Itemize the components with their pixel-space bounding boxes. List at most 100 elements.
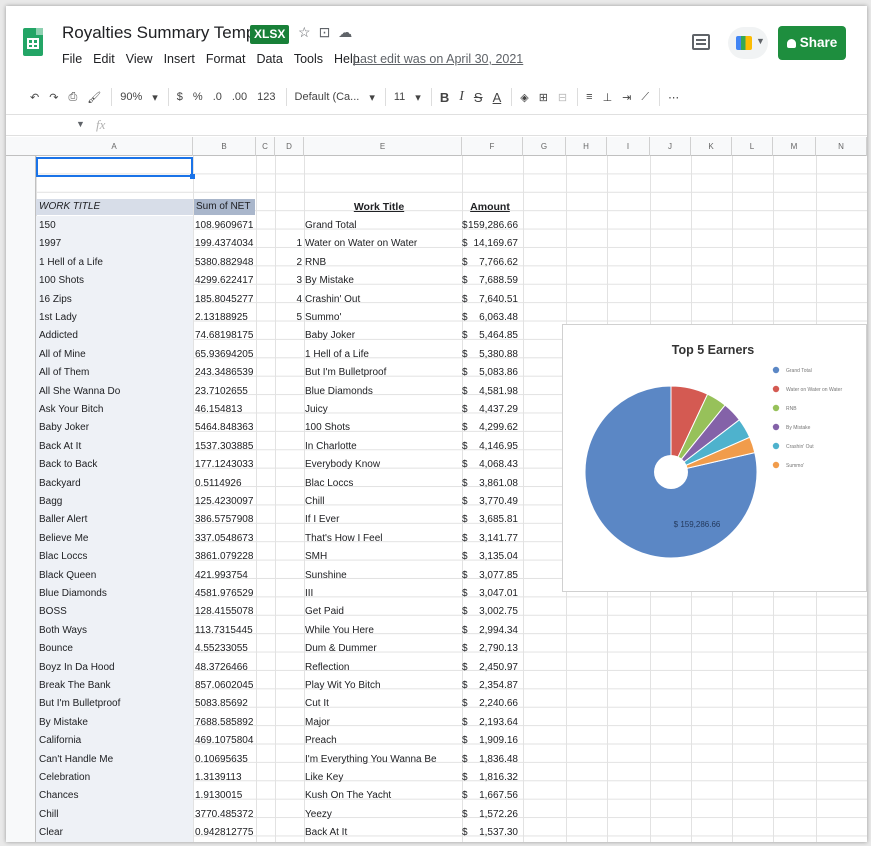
share-button[interactable]: Share	[778, 26, 846, 60]
rank-amount-cell[interactable]: 159,286.66	[468, 217, 518, 235]
font-select[interactable]: Default (Ca...	[295, 91, 360, 103]
rank-number-cell[interactable]	[288, 511, 302, 529]
column-header[interactable]: E	[304, 137, 462, 156]
pivot-net-cell[interactable]: 1.9130015	[195, 787, 255, 805]
rank-amount-cell[interactable]: 1,667.56	[468, 787, 518, 805]
rank-number-cell[interactable]	[288, 769, 302, 787]
rank-number-cell[interactable]	[288, 456, 302, 474]
text-rotate-icon[interactable]: ⟋	[641, 91, 649, 104]
borders-icon[interactable]: ⊞	[539, 91, 548, 104]
pivot-work-title-cell[interactable]: All She Wanna Do	[39, 383, 192, 401]
rank-amount-cell[interactable]: 7,766.62	[468, 254, 518, 272]
rank-amount-cell[interactable]: 7,640.51	[468, 291, 518, 309]
move-folder-icon[interactable]: ⊡	[319, 24, 331, 41]
pivot-net-cell[interactable]: 65.93694205	[195, 346, 255, 364]
rank-work-title-cell[interactable]: Blac Loccs	[305, 475, 455, 493]
rank-amount-cell[interactable]: 3,685.81	[468, 511, 518, 529]
rank-amount-cell[interactable]: 3,135.04	[468, 548, 518, 566]
pivot-work-title-cell[interactable]: Boyz In Da Hood	[39, 659, 192, 677]
rank-work-title-cell[interactable]: Juicy	[305, 401, 455, 419]
pivot-work-title-cell[interactable]: 16 Zips	[39, 291, 192, 309]
rank-work-title-cell[interactable]: Yeezy	[305, 806, 455, 824]
pivot-work-title-cell[interactable]: Baller Alert	[39, 511, 192, 529]
pivot-work-title-cell[interactable]: Bagg	[39, 493, 192, 511]
rank-number-cell[interactable]	[288, 475, 302, 493]
pivot-net-cell[interactable]: 3861.079228	[195, 548, 255, 566]
pivot-net-cell[interactable]: 421.993754	[195, 567, 255, 585]
rank-amount-cell[interactable]: 7,688.59	[468, 272, 518, 290]
pivot-net-cell[interactable]: 48.3726466	[195, 659, 255, 677]
last-edit-link[interactable]: Last edit was on April 30, 2021	[353, 52, 523, 66]
rank-work-title-cell[interactable]: Summo'	[305, 309, 455, 327]
sheets-logo-icon[interactable]	[23, 28, 43, 56]
strikethrough-button[interactable]: S	[474, 90, 483, 105]
menu-view[interactable]: View	[126, 52, 153, 66]
column-header[interactable]: A	[36, 137, 193, 156]
zoom-select[interactable]: 90%	[120, 91, 142, 103]
chevron-down-icon[interactable]: ▼	[76, 119, 85, 129]
pivot-net-cell[interactable]: 0.10695635	[195, 751, 255, 769]
paint-format-icon[interactable]: 🖌	[87, 91, 101, 104]
pivot-work-title-cell[interactable]: Ask Your Bitch	[39, 401, 192, 419]
pivot-header-work-title[interactable]: WORK TITLE	[36, 199, 193, 215]
merge-cells-icon[interactable]: ⊟	[558, 91, 567, 104]
comment-history-icon[interactable]	[692, 34, 710, 50]
pivot-work-title-cell[interactable]: Can't Handle Me	[39, 751, 192, 769]
pivot-work-title-cell[interactable]: Celebration	[39, 769, 192, 787]
rank-number-cell[interactable]: 3	[288, 272, 302, 290]
rank-amount-cell[interactable]: 2,193.64	[468, 714, 518, 732]
rank-number-cell[interactable]	[288, 438, 302, 456]
column-header[interactable]: L	[732, 137, 773, 156]
meet-button[interactable]: ▼	[728, 27, 768, 59]
rank-work-title-cell[interactable]: Chill	[305, 493, 455, 511]
column-header[interactable]: M	[773, 137, 816, 156]
star-icon[interactable]: ☆	[298, 24, 311, 41]
pivot-net-cell[interactable]: 185.8045277	[195, 291, 255, 309]
rank-amount-cell[interactable]: 1,909.16	[468, 732, 518, 750]
rank-work-title-cell[interactable]: While You Here	[305, 622, 455, 640]
rank-number-cell[interactable]	[288, 824, 302, 842]
menu-edit[interactable]: Edit	[93, 52, 115, 66]
pivot-work-title-cell[interactable]: 100 Shots	[39, 272, 192, 290]
pivot-header-sum-net[interactable]: Sum of NET	[194, 199, 255, 215]
rank-number-cell[interactable]: 5	[288, 309, 302, 327]
rank-work-title-cell[interactable]: Preach	[305, 732, 455, 750]
rank-number-cell[interactable]	[288, 714, 302, 732]
pivot-net-cell[interactable]: 0.5114926	[195, 475, 255, 493]
column-header[interactable]: D	[275, 137, 304, 156]
rank-number-cell[interactable]	[288, 217, 302, 235]
pivot-net-cell[interactable]: 1537.303885	[195, 438, 255, 456]
rank-number-cell[interactable]	[288, 659, 302, 677]
undo-icon[interactable]: ↶	[30, 91, 39, 104]
pivot-work-title-cell[interactable]: Baby Joker	[39, 419, 192, 437]
column-header[interactable]: F	[462, 137, 523, 156]
pivot-work-title-cell[interactable]: Black Queen	[39, 567, 192, 585]
rank-amount-cell[interactable]: 3,861.08	[468, 475, 518, 493]
rank-work-title-cell[interactable]: In Charlotte	[305, 438, 455, 456]
rank-work-title-cell[interactable]: Like Key	[305, 769, 455, 787]
horizontal-align-icon[interactable]: ≡	[586, 91, 592, 103]
rank-amount-cell[interactable]: 3,077.85	[468, 567, 518, 585]
chevron-down-icon[interactable]: ▾	[415, 91, 421, 104]
pivot-net-cell[interactable]: 177.1243033	[195, 456, 255, 474]
pivot-net-cell[interactable]: 0.942812775	[195, 824, 255, 842]
pivot-work-title-cell[interactable]: Chances	[39, 787, 192, 805]
rank-number-cell[interactable]	[288, 751, 302, 769]
pivot-work-title-cell[interactable]: All of Mine	[39, 346, 192, 364]
rank-number-cell[interactable]	[288, 364, 302, 382]
rank-work-title-cell[interactable]: Kush On The Yacht	[305, 787, 455, 805]
rank-number-cell[interactable]	[288, 346, 302, 364]
rank-work-title-cell[interactable]: Reflection	[305, 659, 455, 677]
rank-number-cell[interactable]	[288, 603, 302, 621]
pivot-net-cell[interactable]: 5083.85692	[195, 695, 255, 713]
pivot-work-title-cell[interactable]: 1 Hell of a Life	[39, 254, 192, 272]
pivot-work-title-cell[interactable]: Chill	[39, 806, 192, 824]
pivot-work-title-cell[interactable]: By Mistake	[39, 714, 192, 732]
rank-amount-cell[interactable]: 4,437.29	[468, 401, 518, 419]
rank-work-title-cell[interactable]: Sunshine	[305, 567, 455, 585]
pivot-net-cell[interactable]: 1.3139113	[195, 769, 255, 787]
rank-amount-cell[interactable]: 2,790.13	[468, 640, 518, 658]
rank-number-cell[interactable]	[288, 327, 302, 345]
rank-work-title-cell[interactable]: Baby Joker	[305, 327, 455, 345]
pivot-work-title-cell[interactable]: Bounce	[39, 640, 192, 658]
